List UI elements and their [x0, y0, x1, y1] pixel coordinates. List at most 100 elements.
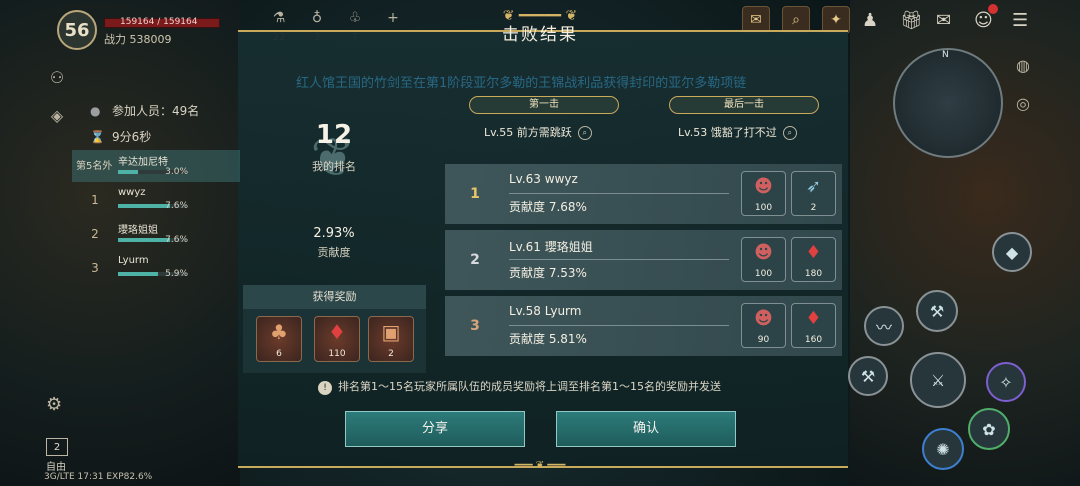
leaderboard-card[interactable]: 3 Lv.58 Lyurm 贡献度 5.81% ☻ 90 ♦ 160: [445, 296, 842, 356]
divider: [509, 259, 729, 260]
first-hit-name: Lv.55 前方需跳跃: [484, 126, 572, 139]
skill-slot-2[interactable]: ⚒: [916, 290, 958, 332]
rank-row: 3 Lyurm 5.9%: [72, 252, 240, 284]
first-hit-player[interactable]: Lv.55 前方需跳跃 ⌕: [484, 124, 592, 140]
skill-slot-1[interactable]: ◆: [992, 232, 1032, 272]
red-crystal-icon: ♦: [805, 242, 822, 263]
red-crystal-icon: ♦: [328, 320, 346, 344]
leaderboard-card[interactable]: 2 Lv.61 瓔珞姐姐 贡献度 7.53% ☻ 100 ♦ 180: [445, 230, 842, 290]
reward-item[interactable]: ♦ 160: [791, 303, 836, 348]
rank-sidebar: 第5名外 辛达加尼特 3.0% 1 wwyz 7.6% 2 瓔珞姐姐 7.6% …: [72, 150, 240, 286]
participants-text: 参加人员：49名: [112, 104, 200, 118]
reward-item[interactable]: ♦ 110: [314, 316, 360, 362]
player-contribution: 贡献度 5.81%: [509, 332, 587, 346]
rank-name: 瓔珞姐姐: [118, 225, 158, 236]
rank-pct: 5.9%: [165, 269, 188, 279]
last-hit-name: Lv.53 饿豁了打不过: [678, 126, 777, 139]
reward-qty: 6: [276, 349, 282, 359]
status-bar: 3G/LTE 17:31 EXP82.6%: [44, 472, 153, 482]
settings-gear-icon[interactable]: ⚙: [46, 394, 62, 415]
player-name: Lv.58 Lyurm: [509, 304, 582, 318]
player-name: Lv.61 瓔珞姐姐: [509, 240, 593, 254]
reward-qty: 110: [328, 349, 346, 359]
skill-slot-7[interactable]: ✺: [922, 428, 964, 470]
reward-qty: 100: [754, 269, 773, 279]
skill-slot-4[interactable]: ⚒: [848, 356, 888, 396]
quest-icon[interactable]: ◈: [44, 102, 70, 128]
auto-label: 自由: [46, 462, 66, 473]
minimap[interactable]: [893, 48, 1003, 158]
silver-rank-emblem-icon: 2: [470, 252, 480, 268]
last-hit-player[interactable]: Lv.53 饿豁了打不过 ⌕: [678, 124, 797, 140]
rank-row: 2 瓔珞姐姐 7.6%: [72, 218, 240, 250]
rank-pct: 3.0%: [165, 167, 188, 177]
duration-text: 9分6秒: [112, 130, 152, 144]
player-contribution: 贡献度 7.68%: [509, 200, 587, 214]
my-rank-value: 12: [315, 120, 353, 150]
divider: [509, 325, 729, 326]
reward-qty: 160: [804, 335, 823, 345]
last-hit-label: 最后一击: [669, 96, 819, 114]
attack-button[interactable]: ⚔: [910, 352, 966, 408]
treasure-chest-icon: ▣: [381, 320, 401, 344]
party-icon[interactable]: ⚇: [44, 64, 70, 90]
dialog-title: 击败结果: [502, 25, 578, 45]
rank-name: Lyurm: [118, 255, 149, 266]
bow-icon: ➶: [805, 176, 822, 197]
reward-qty: 2: [388, 349, 394, 359]
hourglass-icon: ⌛: [90, 130, 105, 144]
reward-item[interactable]: ▣ 2: [368, 316, 414, 362]
reward-qty: 90: [757, 335, 770, 345]
search-icon[interactable]: ⌕: [782, 126, 797, 140]
compass-north: N: [942, 50, 949, 60]
skill-slot-3[interactable]: 〰: [864, 306, 904, 346]
my-contribution: 2.93%: [313, 226, 355, 241]
reward-qty: 2: [810, 203, 817, 213]
reward-item[interactable]: ☻ 100: [741, 237, 786, 282]
reward-item[interactable]: ☻ 100: [741, 171, 786, 216]
rank-emblem-icon: 3: [91, 261, 99, 275]
signal-icon[interactable]: ◎: [1010, 90, 1036, 116]
duration: ⌛ 9分6秒: [90, 128, 151, 145]
reward-item[interactable]: ☻ 90: [741, 303, 786, 348]
gold-pouch-icon: ♣: [270, 320, 288, 344]
mask-icon: ☻: [754, 176, 773, 197]
rank-name: wwyz: [118, 187, 146, 198]
rank-emblem-icon: 1: [91, 193, 99, 207]
share-button[interactable]: 分享: [345, 411, 525, 447]
rank-position: 第5名外: [76, 161, 113, 172]
announcement-marquee: 红人馆王国的竹剑至在第1阶段亚尔多勒的王锦战利品获得封印的亚尔多勒项链: [296, 76, 747, 91]
red-crystal-icon: ♦: [805, 308, 822, 329]
mask-icon: ☻: [754, 242, 773, 263]
rank-row: 1 wwyz 7.6%: [72, 184, 240, 216]
gold-rank-emblem-icon: 1: [470, 186, 480, 202]
reward-qty: 100: [754, 203, 773, 213]
reward-note: ! 排名第1～15名玩家所属队伍的成员奖励将上调至排名第1～15名的奖励并发送: [318, 378, 721, 395]
leaderboard-card[interactable]: 1 Lv.63 wwyz 贡献度 7.68% ☻ 100 ➶ 2: [445, 164, 842, 224]
auto-play-icon[interactable]: 2: [46, 438, 68, 456]
rank-name: 辛达加尼特: [118, 157, 168, 168]
my-contribution-label: 贡献度: [317, 246, 351, 259]
info-icon: !: [318, 381, 332, 395]
reward-header: 获得奖励: [243, 285, 426, 309]
participants: ● 参加人员：49名: [90, 102, 199, 119]
mask-icon: ☻: [754, 308, 773, 329]
skill-slot-6[interactable]: ✿: [968, 408, 1010, 450]
world-map-icon[interactable]: ◍: [1010, 52, 1036, 78]
first-hit-label: 第一击: [469, 96, 619, 114]
skill-slot-5[interactable]: ✧: [986, 362, 1026, 402]
person-icon: ●: [90, 104, 101, 118]
notification-badge: [988, 4, 998, 14]
divider: [509, 193, 729, 194]
reward-item[interactable]: ♦ 180: [791, 237, 836, 282]
bronze-rank-emblem-icon: 3: [470, 318, 480, 334]
reward-qty: 180: [804, 269, 823, 279]
reward-item[interactable]: ♣ 6: [256, 316, 302, 362]
rank-pct: 7.6%: [165, 235, 188, 245]
player-name: Lv.63 wwyz: [509, 172, 578, 186]
search-icon[interactable]: ⌕: [577, 126, 592, 140]
reward-item[interactable]: ➶ 2: [791, 171, 836, 216]
rank-emblem-icon: 2: [91, 227, 99, 241]
player-contribution: 贡献度 7.53%: [509, 266, 587, 280]
confirm-button[interactable]: 确认: [556, 411, 736, 447]
